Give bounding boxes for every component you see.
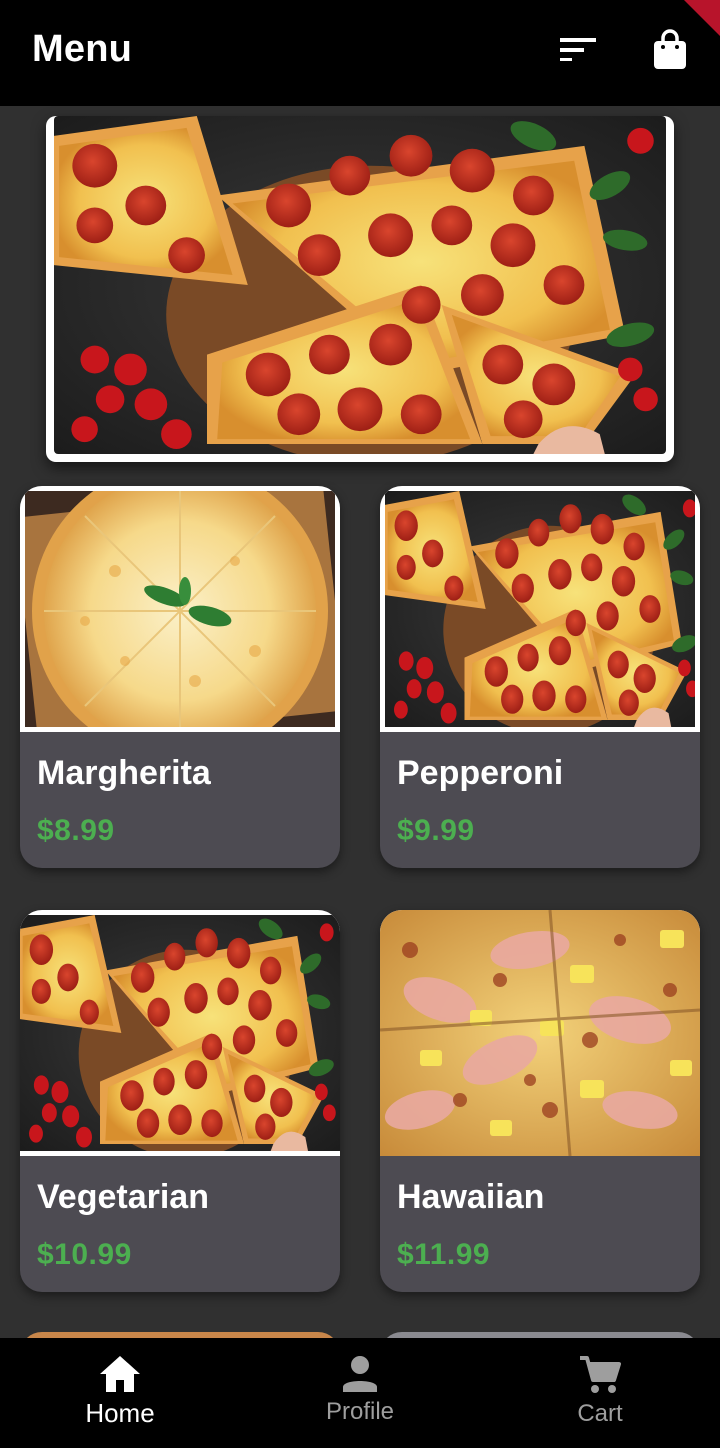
app-bar-actions [556, 28, 692, 72]
hawaiian-pizza-image [380, 910, 700, 1156]
menu-item-card[interactable]: Pepperoni $9.99 [380, 486, 700, 868]
nav-cart-label: Cart [577, 1400, 623, 1427]
menu-item-price: $8.99 [37, 814, 115, 847]
sort-icon[interactable] [556, 28, 600, 72]
menu-item-price: $9.99 [397, 814, 475, 847]
menu-item-card[interactable]: Hawaiian $11.99 [380, 910, 700, 1292]
menu-item-name: Hawaiian [397, 1178, 545, 1216]
menu-item-name: Vegetarian [37, 1178, 209, 1216]
home-icon [100, 1356, 140, 1392]
pepperoni-pizza-banner-image [54, 116, 666, 454]
margherita-pizza-image [20, 486, 340, 732]
menu-item-name: Margherita [37, 754, 211, 792]
page-title: Menu [32, 27, 133, 70]
menu-item-card[interactable]: Vegetarian $10.99 [20, 910, 340, 1292]
nav-home[interactable]: Home [0, 1338, 240, 1448]
bottom-navigation: Home Profile Cart [0, 1338, 720, 1448]
menu-item-card[interactable]: Margherita $8.99 [20, 486, 340, 868]
menu-scroll-area[interactable]: Margherita $8.99 Pepperoni $9.99 Vegetar… [0, 106, 720, 1338]
app-bar: Menu [0, 0, 720, 106]
nav-profile[interactable]: Profile [240, 1338, 480, 1448]
menu-item-name: Pepperoni [397, 754, 564, 792]
featured-banner[interactable] [46, 116, 674, 462]
nav-profile-label: Profile [325, 1398, 395, 1425]
menu-item-price: $11.99 [397, 1238, 491, 1271]
nav-home-label: Home [85, 1398, 155, 1428]
vegetarian-pizza-image [20, 910, 340, 1156]
pepperoni-pizza-image [380, 486, 700, 732]
person-icon [343, 1356, 377, 1392]
debug-banner [684, 0, 720, 36]
menu-item-price: $10.99 [37, 1238, 132, 1271]
cart-icon [580, 1356, 621, 1393]
nav-cart[interactable]: Cart [480, 1338, 720, 1448]
